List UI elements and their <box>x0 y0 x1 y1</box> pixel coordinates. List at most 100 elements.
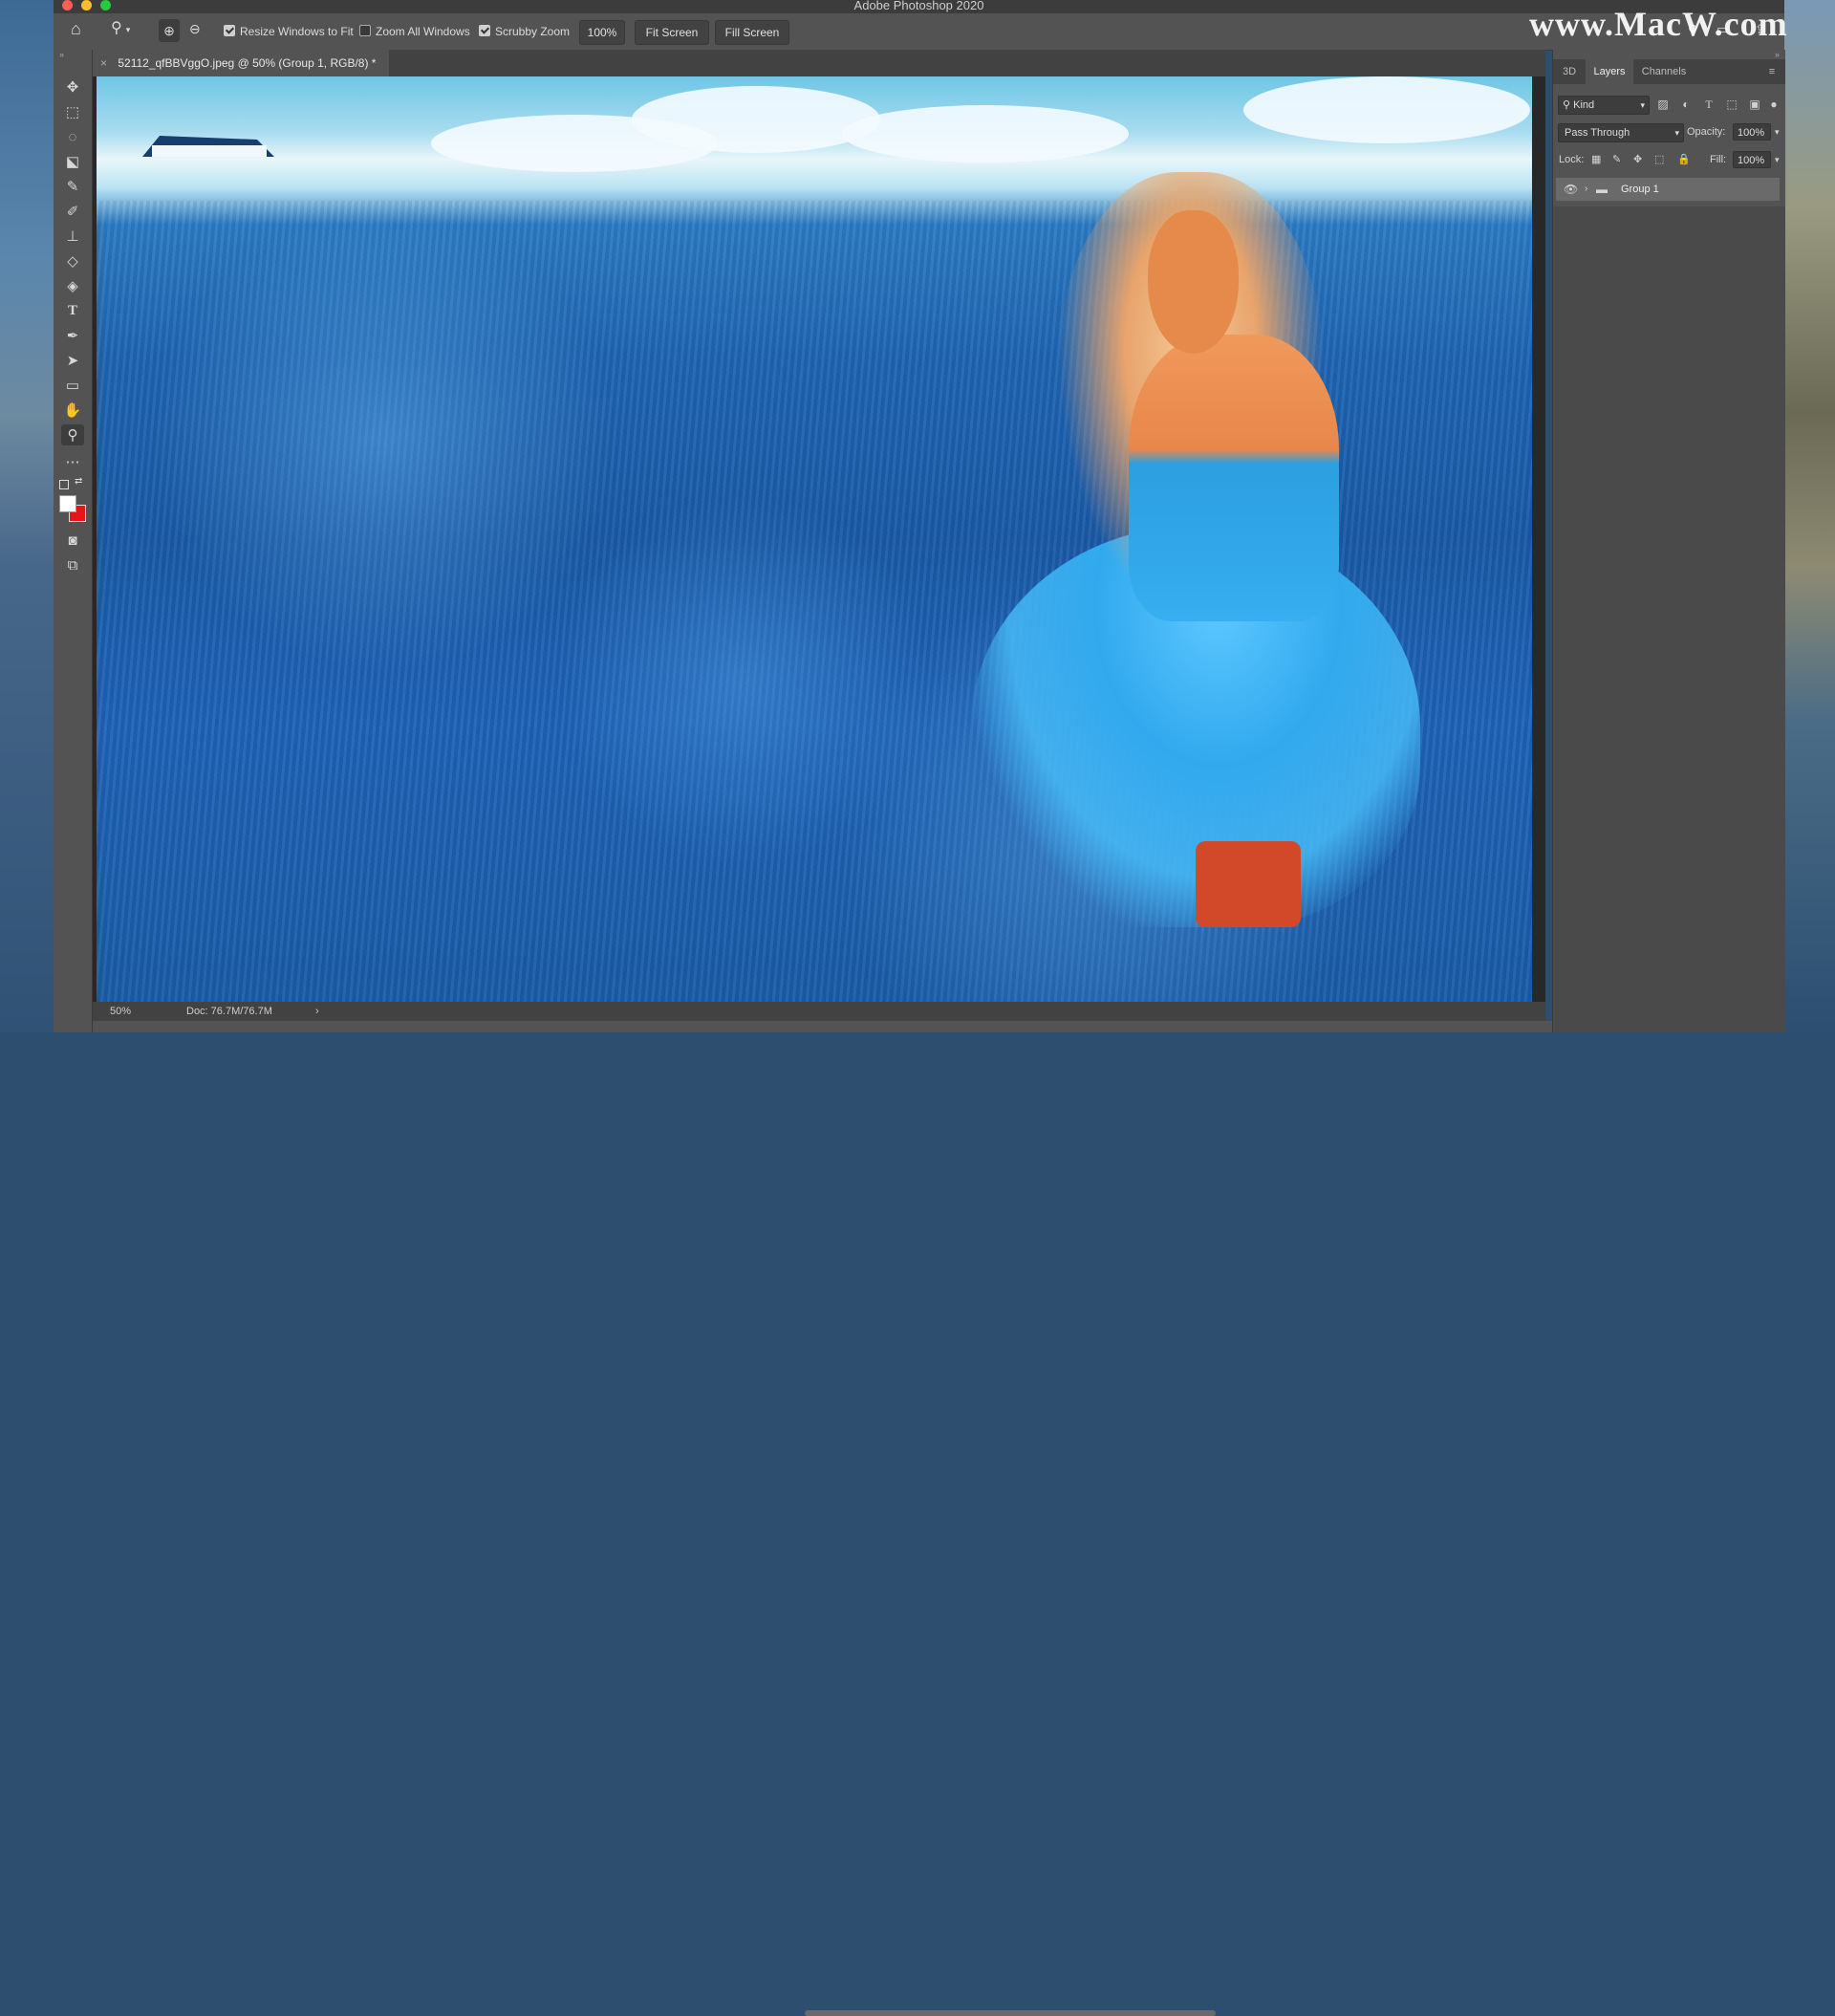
pen-tool-icon[interactable]: ✒ <box>61 325 84 346</box>
document-canvas[interactable] <box>97 76 1532 1002</box>
quick-mask-icon[interactable]: ◙ <box>61 530 84 551</box>
panel-collapse-icon[interactable]: » <box>59 50 64 59</box>
type-tool-icon[interactable]: T <box>61 300 84 321</box>
close-tab-icon[interactable]: × <box>100 56 107 70</box>
swap-colors-icon[interactable]: ⇄ <box>75 476 82 487</box>
zoom-window-button[interactable] <box>100 0 111 11</box>
lock-transparent-icon[interactable]: ▦ <box>1591 151 1601 168</box>
home-button[interactable]: ⌂ <box>71 20 81 37</box>
cloud <box>842 105 1129 163</box>
checkbox-checked-icon <box>479 25 490 36</box>
canvas-area <box>93 76 1633 1002</box>
fill-chevron-icon[interactable]: ▾ <box>1775 151 1780 168</box>
lock-all-icon[interactable]: 🔒 <box>1677 151 1691 168</box>
opacity-chevron-icon[interactable]: ▾ <box>1775 123 1780 141</box>
panel-collapse-icon[interactable]: » <box>1775 50 1780 59</box>
barn-silhouette <box>142 136 274 157</box>
path-select-tool-icon[interactable]: ➤ <box>61 350 84 371</box>
marquee-tool-icon[interactable]: ⬚ <box>61 101 84 122</box>
default-colors-icon[interactable] <box>59 480 69 489</box>
fill-input[interactable]: 100% <box>1733 151 1771 168</box>
status-zoom[interactable]: 50% <box>110 1002 131 1021</box>
type-filter-icon[interactable]: T <box>1700 96 1717 113</box>
zoom-in-icon: ⊕ <box>163 23 175 38</box>
brush-tool-icon[interactable]: ✐ <box>61 201 84 222</box>
zoom-out-button[interactable]: ⊖ <box>189 21 201 36</box>
pixel-filter-icon[interactable]: ▨ <box>1654 96 1672 113</box>
resize-windows-checkbox[interactable]: Resize Windows to Fit <box>224 24 354 39</box>
eraser-tool-icon[interactable]: ◇ <box>61 250 84 271</box>
scrubby-zoom-checkbox[interactable]: Scrubby Zoom <box>479 24 570 39</box>
fit-screen-button[interactable]: Fit Screen <box>635 20 709 45</box>
app-title: Adobe Photoshop 2020 <box>853 0 984 12</box>
foreground-color-swatch[interactable] <box>59 495 76 512</box>
tab-channels[interactable]: Channels <box>1633 59 1695 84</box>
rectangle-tool-icon[interactable]: ▭ <box>61 375 84 396</box>
eye-icon[interactable]: 👁 <box>1564 178 1578 201</box>
horizontal-scrollbar[interactable] <box>805 2010 1216 2016</box>
adjustment-filter-icon[interactable]: ◐ <box>1677 96 1695 113</box>
document-tab[interactable]: × 52112_qfBBVggO.jpeg @ 50% (Group 1, RG… <box>93 50 389 76</box>
blend-mode-value: Pass Through <box>1565 127 1630 139</box>
shape-filter-icon[interactable]: ⬚ <box>1723 96 1740 113</box>
screen-mode-icon[interactable]: ⧉ <box>61 554 84 575</box>
timeline-strip <box>93 1021 1784 1032</box>
hand-tool-icon[interactable]: ✋ <box>61 400 84 421</box>
layer-row-group-1[interactable]: 👁 › ▬ Group 1 <box>1556 178 1780 201</box>
filter-toggle-icon[interactable]: ● <box>1765 96 1782 113</box>
smart-object-filter-icon[interactable]: ▣ <box>1746 96 1763 113</box>
lock-pixels-icon[interactable]: ✎ <box>1612 151 1621 168</box>
lasso-tool-icon[interactable]: ◌ <box>61 126 84 147</box>
cloud <box>632 86 880 153</box>
opacity-input[interactable]: 100% <box>1733 123 1771 141</box>
cloud <box>1243 76 1530 143</box>
layers-list-empty-area <box>1553 206 1785 1032</box>
chevron-right-icon[interactable]: › <box>1585 178 1587 201</box>
chevron-down-icon: ▾ <box>1674 128 1679 138</box>
tab-layers[interactable]: Layers <box>1586 59 1633 84</box>
eyedropper-tool-icon[interactable]: ✎ <box>61 176 84 197</box>
desktop-wallpaper-left <box>0 0 54 1032</box>
clone-stamp-tool-icon[interactable]: ⊥ <box>61 226 84 247</box>
status-arrow-icon[interactable]: › <box>315 1002 319 1021</box>
status-bar: 50% Doc: 76.7M/76.7M › <box>93 1002 1545 2016</box>
checkbox-checked-icon <box>224 25 235 36</box>
woman-legs <box>1196 841 1301 927</box>
lock-position-icon[interactable]: ✥ <box>1633 151 1642 168</box>
zoom-all-windows-label: Zoom All Windows <box>376 25 470 38</box>
fill-screen-button[interactable]: Fill Screen <box>715 20 789 45</box>
close-window-button[interactable] <box>62 0 73 11</box>
window-titlebar: Adobe Photoshop 2020 <box>54 0 1784 13</box>
panel-menu-icon[interactable]: ≡ <box>1761 59 1782 84</box>
search-icon: ⚲ <box>1563 99 1571 111</box>
zoom-in-button[interactable]: ⊕ <box>159 19 180 42</box>
move-tool-icon[interactable]: ✥ <box>61 76 84 98</box>
zoom-out-icon: ⊖ <box>189 21 201 36</box>
document-tab-title: 52112_qfBBVggO.jpeg @ 50% (Group 1, RGB/… <box>118 56 377 70</box>
document-tab-bar: × 52112_qfBBVggO.jpeg @ 50% (Group 1, RG… <box>93 50 1545 76</box>
scrubby-zoom-label: Scrubby Zoom <box>495 25 571 38</box>
tab-3d[interactable]: 3D <box>1553 59 1586 84</box>
paint-bucket-tool-icon[interactable]: ◈ <box>61 275 84 296</box>
woman-face <box>1148 210 1239 354</box>
zoom-tool-icon[interactable]: ⚲ <box>61 424 84 445</box>
panel-tab-bar: 3D Layers Channels ≡ <box>1553 59 1785 84</box>
folder-icon: ▬ <box>1596 183 1608 196</box>
watermark-logo: www.MacW.com <box>1529 5 1788 43</box>
chevron-down-icon: ▾ <box>1640 100 1645 110</box>
options-bar: ⌂ ⚲ ▾ ⊕ ⊖ Resize Windows to Fit Zoom All … <box>54 13 1784 51</box>
zoom-preset-picker[interactable]: ⚲ ▾ <box>111 21 130 36</box>
more-tools-icon[interactable]: ⋯ <box>61 451 84 472</box>
layer-name: Group 1 <box>1621 184 1659 195</box>
zoom-100-button[interactable]: 100% <box>579 20 625 45</box>
zoom-all-windows-checkbox[interactable]: Zoom All Windows <box>359 24 470 39</box>
lock-label: Lock: <box>1559 154 1585 165</box>
fill-label: Fill: <box>1710 154 1727 165</box>
blend-mode-select[interactable]: Pass Through ▾ <box>1558 123 1684 142</box>
minimize-window-button[interactable] <box>81 0 92 11</box>
status-doc-info: Doc: 76.7M/76.7M <box>186 1006 272 1017</box>
checkbox-unchecked-icon <box>359 25 371 36</box>
layer-kind-filter[interactable]: ⚲ Kind ▾ <box>1558 96 1650 115</box>
object-select-tool-icon[interactable]: ⬕ <box>61 151 84 172</box>
lock-artboard-icon[interactable]: ⬚ <box>1654 151 1664 168</box>
